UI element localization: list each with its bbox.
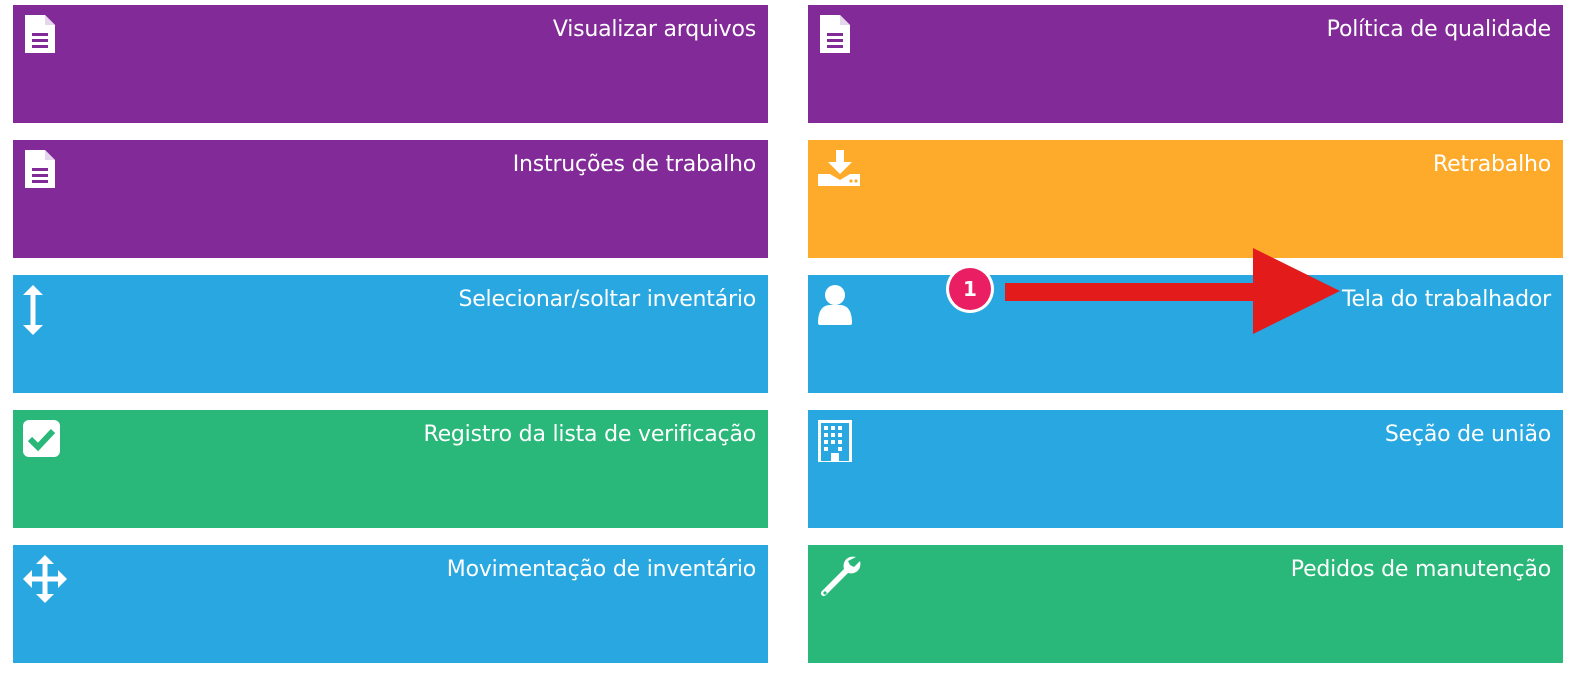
tile-label: Tela do trabalhador — [1341, 287, 1551, 312]
tile-registro-lista-verificacao[interactable]: Registro da lista de verificação — [13, 410, 768, 528]
tile-instrucoes-de-trabalho[interactable]: Instruções de trabalho — [13, 140, 768, 258]
tile-label: Registro da lista de verificação — [423, 422, 756, 447]
checkbox-icon — [23, 420, 73, 464]
tile-label: Selecionar/soltar inventário — [458, 287, 756, 312]
vertical-arrows-icon — [23, 285, 73, 335]
tile-label: Movimentação de inventário — [446, 557, 756, 582]
user-icon — [818, 283, 868, 327]
tile-tela-do-trabalhador[interactable]: Tela do trabalhador — [808, 275, 1563, 393]
document-icon — [23, 15, 73, 59]
tile-retrabalho[interactable]: Retrabalho — [808, 140, 1563, 258]
tile-label: Retrabalho — [1433, 152, 1551, 177]
annotation-badge-number: 1 — [963, 277, 977, 301]
tile-visualizar-arquivos[interactable]: Visualizar arquivos — [13, 5, 768, 123]
wrench-icon — [818, 555, 868, 599]
tile-label: Visualizar arquivos — [552, 17, 756, 42]
move-arrows-icon — [23, 555, 73, 603]
tile-selecionar-soltar-inventario[interactable]: Selecionar/soltar inventário — [13, 275, 768, 393]
tile-label: Instruções de trabalho — [512, 152, 756, 177]
tile-label: Política de qualidade — [1326, 17, 1552, 42]
tile-secao-de-uniao[interactable]: Seção de união — [808, 410, 1563, 528]
document-icon — [818, 15, 868, 59]
tile-politica-de-qualidade[interactable]: Política de qualidade — [808, 5, 1563, 123]
tile-pedidos-de-manutencao[interactable]: Pedidos de manutenção — [808, 545, 1563, 663]
tile-movimentacao-de-inventario[interactable]: Movimentação de inventário — [13, 545, 768, 663]
building-icon — [818, 420, 868, 464]
download-tray-icon — [818, 150, 868, 194]
tile-label: Pedidos de manutenção — [1290, 557, 1551, 582]
tile-label: Seção de união — [1384, 422, 1551, 447]
document-icon — [23, 150, 73, 194]
